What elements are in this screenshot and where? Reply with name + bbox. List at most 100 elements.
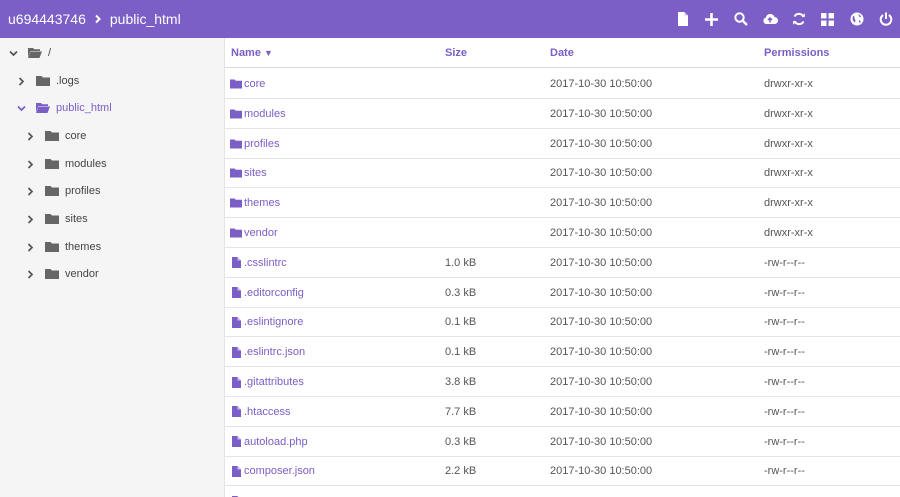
file-name-cell[interactable]: .eslintrc.json xyxy=(230,337,305,367)
file-name-cell[interactable]: autoload.php xyxy=(230,427,308,457)
file-name-cell[interactable]: .gitattributes xyxy=(230,367,304,397)
file-name-cell[interactable]: .eslintignore xyxy=(230,307,303,337)
chevron-down-icon[interactable] xyxy=(6,46,20,60)
chevron-right-icon[interactable] xyxy=(23,184,37,198)
language-button[interactable] xyxy=(842,0,871,38)
tree-item-themes[interactable]: themes xyxy=(23,235,101,259)
folder-icon xyxy=(36,75,50,87)
table-row[interactable]: modules 2017-10-30 10:50:00 drwxr-xr-x xyxy=(225,99,900,129)
file-permissions: -rw-r--r-- xyxy=(764,465,805,478)
table-row[interactable]: profiles 2017-10-30 10:50:00 drwxr-xr-x xyxy=(225,129,900,159)
grid-view-button[interactable] xyxy=(813,0,842,38)
folder-open-icon xyxy=(36,102,50,114)
file-date: 2017-10-30 10:50:00 xyxy=(550,286,653,299)
tree-item-root[interactable]: / xyxy=(6,41,51,65)
file-permissions: -rw-r--r-- xyxy=(764,435,805,448)
tree-item-vendor[interactable]: vendor xyxy=(23,262,99,286)
tree-item-label: vendor xyxy=(65,268,99,280)
file-name: .editorconfig xyxy=(244,286,304,299)
toolbar xyxy=(668,0,900,38)
file-date: 2017-10-30 10:50:00 xyxy=(550,435,653,448)
file-date: 2017-10-30 10:50:00 xyxy=(550,405,653,418)
file-name-cell[interactable]: vendor xyxy=(230,218,278,248)
file-name-cell[interactable] xyxy=(230,486,244,497)
file-permissions: -rw-r--r-- xyxy=(764,346,805,359)
file-icon xyxy=(230,406,242,418)
file-icon xyxy=(230,465,242,477)
chevron-right-icon[interactable] xyxy=(14,74,28,88)
file-name: .csslintrc xyxy=(244,256,287,269)
table-header: Name ▼ Size Date Permissions xyxy=(225,38,900,68)
new-file-icon xyxy=(677,12,688,26)
tree-item-modules[interactable]: modules xyxy=(23,152,107,176)
file-name-cell[interactable]: .htaccess xyxy=(230,397,290,427)
chevron-right-icon xyxy=(86,7,110,31)
breadcrumb-root[interactable]: u694443746 xyxy=(8,11,86,27)
tree-item-public-html[interactable]: public_html xyxy=(14,96,112,120)
power-icon xyxy=(879,12,892,26)
tree-item-label: core xyxy=(65,130,87,142)
file-name-cell[interactable]: themes xyxy=(230,188,280,218)
file-permissions: -rw-r--r-- xyxy=(764,405,805,418)
table-row[interactable]: themes 2017-10-30 10:50:00 drwxr-xr-x xyxy=(225,188,900,219)
table-row[interactable]: sites 2017-10-30 10:50:00 drwxr-xr-x xyxy=(225,158,900,189)
column-header-date[interactable]: Date xyxy=(550,38,574,68)
file-name: profiles xyxy=(244,137,280,150)
tree-item-core[interactable]: core xyxy=(23,124,86,148)
chevron-right-icon[interactable] xyxy=(23,212,37,226)
upload-icon xyxy=(762,13,778,24)
new-folder-button[interactable] xyxy=(697,0,726,38)
chevron-right-icon[interactable] xyxy=(23,240,37,254)
chevron-right-icon[interactable] xyxy=(23,267,37,281)
tree-item-logs[interactable]: .logs xyxy=(14,69,79,93)
file-name: modules xyxy=(244,107,286,120)
file-date: 2017-10-30 10:50:00 xyxy=(550,107,653,120)
file-name-cell[interactable]: .csslintrc xyxy=(230,248,287,278)
table-row[interactable]: autoload.php 0.3 kB 2017-10-30 10:50:00 -rw… xyxy=(225,427,900,457)
chevron-down-icon[interactable] xyxy=(14,101,28,115)
file-name: .htaccess xyxy=(244,405,291,418)
sort-desc-icon: ▼ xyxy=(263,48,273,58)
file-name-cell[interactable]: core xyxy=(230,69,265,99)
file-name: sites xyxy=(244,167,267,180)
table-row[interactable]: core 2017-10-30 10:50:00 drwxr-xr-x xyxy=(225,69,900,99)
upload-button[interactable] xyxy=(755,0,784,38)
chevron-right-icon[interactable] xyxy=(23,157,37,171)
file-permissions: -rw-r--r-- xyxy=(764,286,805,299)
table-row[interactable]: composer.json 2.2 kB 2017-10-30 10:50:00 -r… xyxy=(225,456,900,487)
table-row[interactable]: .gitattributes 3.8 kB 2017-10-30 10:50:00 -… xyxy=(225,367,900,397)
chevron-right-icon[interactable] xyxy=(23,129,37,143)
table-row[interactable]: .csslintrc 1.0 kB 2017-10-30 10:50:00 -rw-r… xyxy=(225,248,900,278)
table-row[interactable]: .editorconfig 0.3 kB 2017-10-30 10:50:00 -r… xyxy=(225,278,900,308)
search-button[interactable] xyxy=(726,0,755,38)
file-permissions: drwxr-xr-x xyxy=(764,227,813,239)
tree-item-label: .logs xyxy=(56,75,80,87)
file-permissions: drwxr-xr-x xyxy=(764,167,813,180)
table-row[interactable]: .eslintrc.json 0.1 kB 2017-10-30 10:50:00 -… xyxy=(225,337,900,368)
refresh-button[interactable] xyxy=(784,0,813,38)
file-name-cell[interactable]: .editorconfig xyxy=(230,278,304,308)
logout-button[interactable] xyxy=(871,0,900,38)
file-permissions: -rw-r--r-- xyxy=(764,256,805,269)
column-header-name[interactable]: Name ▼ xyxy=(231,38,273,68)
file-date: 2017-10-30 10:50:00 xyxy=(550,346,653,359)
tree-item-sites[interactable]: sites xyxy=(23,207,88,231)
table-row[interactable] xyxy=(225,486,900,497)
new-file-button[interactable] xyxy=(668,0,697,38)
file-size: 0.3 kB xyxy=(445,435,477,448)
file-name-cell[interactable]: modules xyxy=(230,99,286,129)
table-row[interactable]: .eslintignore 0.1 kB 2017-10-30 10:50:00 -r… xyxy=(225,307,900,338)
file-icon xyxy=(230,346,242,358)
table-row[interactable]: vendor 2017-10-30 10:50:00 drwxr-xr-x xyxy=(225,218,900,248)
column-header-permissions[interactable]: Permissions xyxy=(764,38,829,68)
file-name-cell[interactable]: profiles xyxy=(230,129,279,159)
file-date: 2017-10-30 10:50:00 xyxy=(550,137,653,150)
column-header-size[interactable]: Size xyxy=(445,38,467,68)
search-icon xyxy=(733,12,748,26)
tree-item-profiles[interactable]: profiles xyxy=(23,179,100,203)
table-row[interactable]: .htaccess 7.7 kB 2017-10-30 10:50:00 -rw-r-… xyxy=(225,397,900,427)
file-name-cell[interactable]: sites xyxy=(230,158,267,188)
file-name-cell[interactable]: composer.json xyxy=(230,456,315,486)
file-icon xyxy=(230,316,242,328)
breadcrumb-current[interactable]: public_html xyxy=(110,11,181,27)
